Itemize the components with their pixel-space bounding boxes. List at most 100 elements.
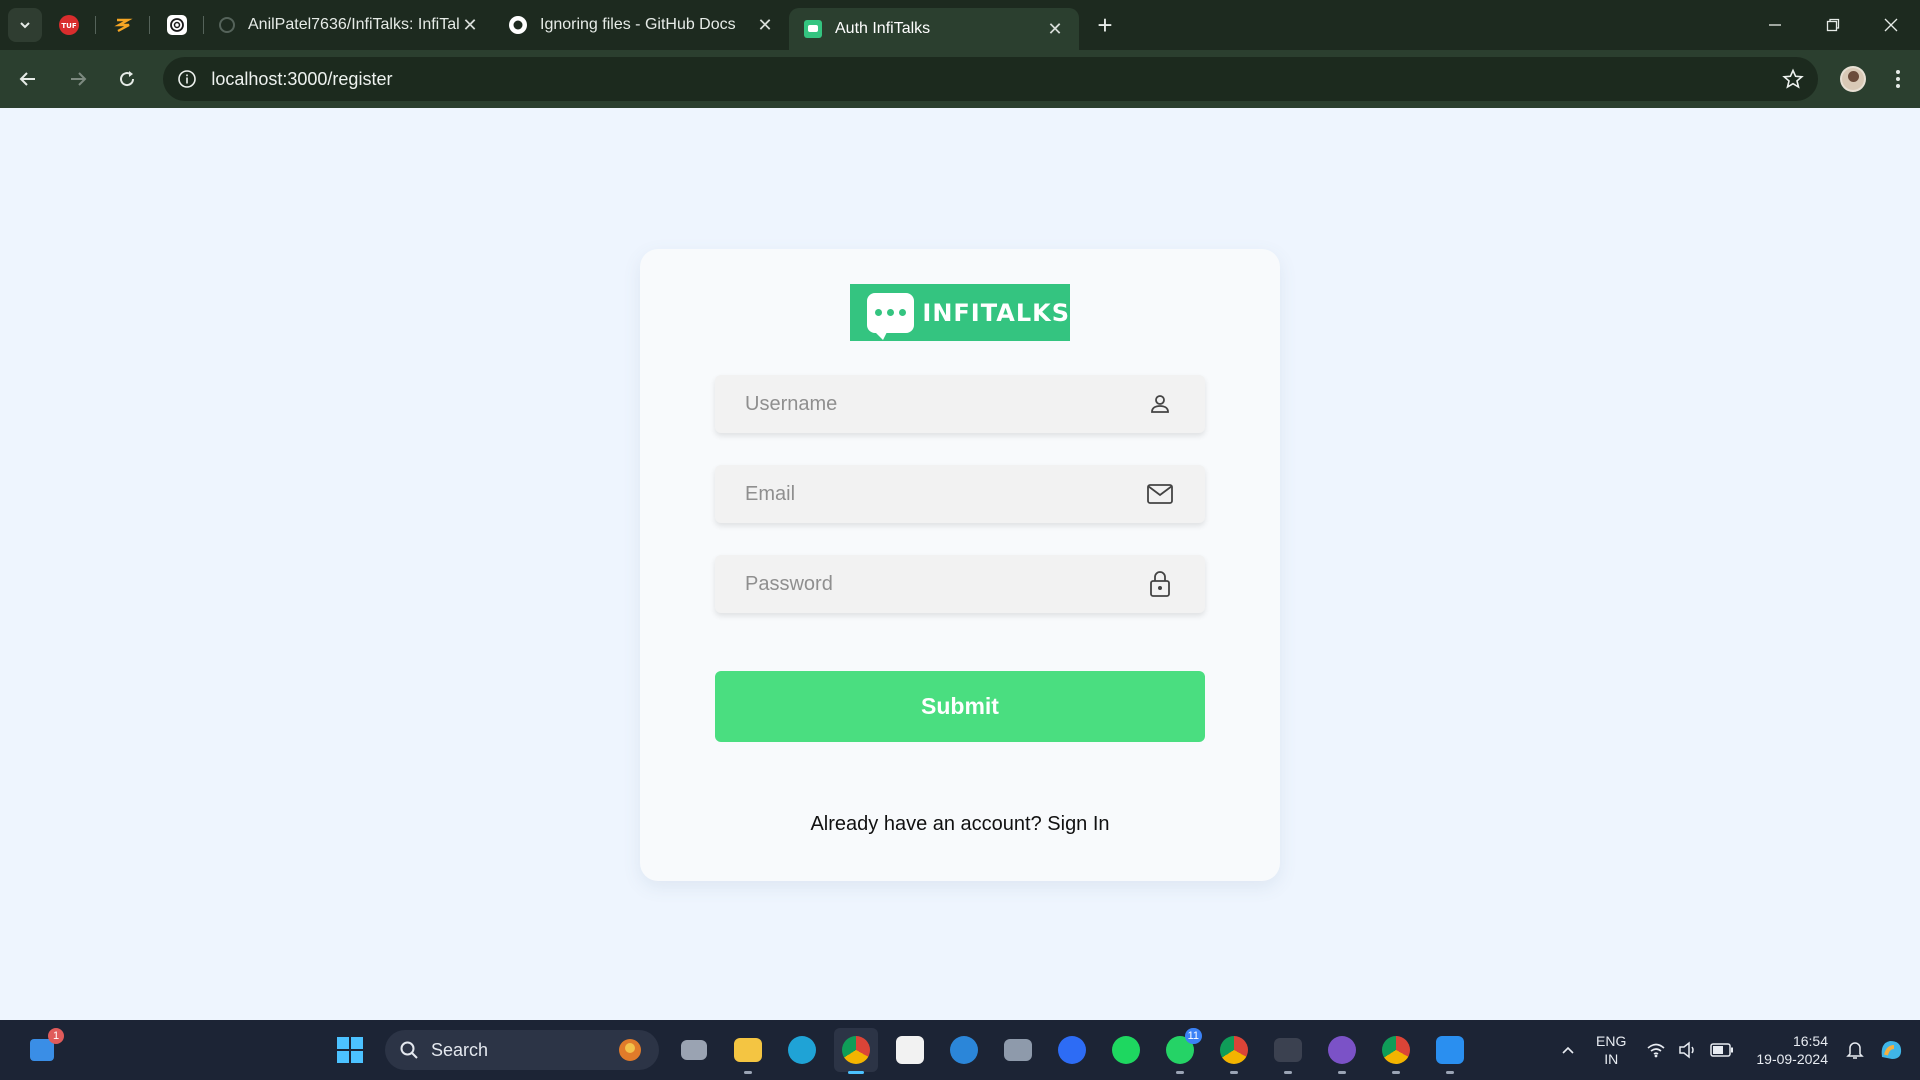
browser-toolbar: localhost:3000/register	[0, 50, 1920, 108]
windows-logo-icon	[337, 1037, 363, 1063]
pinned-tab-zuddl[interactable]	[96, 0, 150, 50]
region-code: IN	[1604, 1051, 1619, 1067]
whatsapp-badge: 11	[1184, 1028, 1202, 1044]
profile-avatar[interactable]	[1840, 66, 1867, 92]
system-tray: ENG IN 16:54 19-09-2024	[1554, 1020, 1920, 1080]
loading-spinner-icon	[219, 17, 235, 33]
password-field[interactable]	[715, 555, 1205, 613]
address-url[interactable]: localhost:3000/register	[211, 69, 1782, 90]
volume-icon[interactable]	[1678, 1041, 1698, 1059]
close-window-button[interactable]	[1862, 0, 1920, 50]
chrome-profile-r-button[interactable]	[1374, 1028, 1418, 1074]
submit-button[interactable]: Submit	[715, 671, 1205, 742]
spotify-icon	[1112, 1036, 1140, 1064]
wifi-icon[interactable]	[1646, 1042, 1666, 1058]
help-icon	[950, 1036, 978, 1064]
user-icon	[1145, 389, 1175, 419]
username-field[interactable]	[715, 375, 1205, 433]
tab-close-button[interactable]: ✕	[460, 15, 480, 36]
back-button[interactable]	[6, 57, 50, 101]
notification-bell-icon[interactable]	[1846, 1040, 1864, 1060]
lightning-logo-icon	[114, 18, 133, 33]
chevron-down-icon	[20, 22, 30, 29]
folder-icon	[734, 1038, 762, 1062]
browser-menu-button[interactable]	[1876, 57, 1920, 101]
password-input[interactable]	[745, 572, 1145, 596]
tab-title: AnilPatel7636/InfiTalks: InfiTalk	[248, 16, 460, 33]
github-desktop-button[interactable]	[1320, 1028, 1364, 1074]
vscode-icon	[1436, 1036, 1464, 1064]
tuf-icon: TUF	[59, 15, 79, 35]
tab-search-button[interactable]	[8, 8, 42, 42]
widgets-button[interactable]: 1	[20, 1028, 64, 1072]
terminal-button[interactable]	[1266, 1028, 1310, 1074]
vscode-button[interactable]	[1428, 1028, 1472, 1074]
search-highlight-icon	[619, 1039, 641, 1061]
svg-text:TUF: TUF	[61, 22, 76, 30]
window-controls	[1746, 0, 1920, 50]
tab-title: Auth InfiTalks	[835, 20, 931, 37]
edge-button[interactable]	[780, 1028, 824, 1072]
chrome-icon	[1382, 1036, 1410, 1064]
kebab-menu-icon	[1896, 70, 1901, 88]
forward-button[interactable]	[56, 57, 100, 101]
camera-button[interactable]	[996, 1028, 1040, 1072]
store-button[interactable]	[888, 1028, 932, 1072]
email-input[interactable]	[745, 482, 1145, 506]
camera-icon	[1004, 1039, 1032, 1061]
tab-close-button[interactable]: ✕	[1045, 19, 1065, 40]
tab-auth-infitalks[interactable]: Auth InfiTalks ✕	[789, 8, 1079, 50]
battery-icon[interactable]	[1710, 1043, 1734, 1057]
search-label: Search	[431, 1039, 489, 1060]
new-tab-button[interactable]: +	[1085, 5, 1125, 45]
reload-icon	[120, 71, 135, 87]
arrow-left-icon	[19, 72, 35, 86]
arrow-right-icon	[70, 72, 87, 86]
zoom-button[interactable]	[1050, 1028, 1094, 1072]
site-info-icon[interactable]	[177, 69, 197, 89]
page-content: INFITALKS Submit Already have an account…	[0, 108, 1920, 1020]
address-bar[interactable]: localhost:3000/register	[163, 57, 1819, 101]
chrome-profile-a-button[interactable]	[1212, 1028, 1256, 1074]
pinned-tab-chatgpt[interactable]	[150, 0, 204, 50]
register-card: INFITALKS Submit Already have an account…	[640, 249, 1280, 881]
star-bookmark-icon[interactable]	[1782, 68, 1805, 90]
taskbar-search[interactable]: Search	[385, 1030, 659, 1070]
minimize-button[interactable]	[1746, 0, 1804, 50]
restore-button[interactable]	[1804, 0, 1862, 50]
show-hidden-icons-button[interactable]	[1560, 1042, 1576, 1058]
github-icon	[1328, 1036, 1356, 1064]
search-icon	[400, 1041, 418, 1059]
username-input[interactable]	[745, 392, 1145, 416]
infitalks-favicon-icon	[804, 20, 822, 38]
help-button[interactable]	[942, 1028, 986, 1072]
chatgpt-icon	[167, 15, 187, 35]
edge-icon	[788, 1036, 816, 1064]
tab-github-docs[interactable]: Ignoring files - GitHub Docs ✕	[494, 0, 789, 50]
restore-icon	[1826, 18, 1840, 32]
language-code: ENG	[1596, 1033, 1627, 1049]
email-field[interactable]	[715, 465, 1205, 523]
minimize-icon	[1769, 24, 1781, 26]
pinned-tab-tuf[interactable]: TUF	[42, 0, 96, 50]
lock-icon	[1145, 569, 1175, 599]
tab-close-button[interactable]: ✕	[755, 15, 775, 36]
start-button[interactable]	[328, 1028, 372, 1072]
task-view-button[interactable]	[672, 1028, 716, 1072]
language-indicator[interactable]: ENG IN	[1596, 1032, 1626, 1068]
copilot-icon[interactable]	[1876, 1035, 1906, 1065]
signin-prompt[interactable]: Already have an account? Sign In	[640, 813, 1280, 836]
mail-icon	[1145, 479, 1175, 509]
chrome-button[interactable]	[834, 1028, 878, 1074]
tab-github-repo[interactable]: AnilPatel7636/InfiTalks: InfiTalk ✕	[204, 0, 494, 50]
reload-button[interactable]	[106, 57, 150, 101]
whatsapp-button[interactable]: 11	[1158, 1028, 1202, 1074]
close-icon	[1884, 18, 1898, 32]
zoom-icon	[1058, 1036, 1086, 1064]
spotify-button[interactable]	[1104, 1028, 1148, 1072]
windows-taskbar: 1 Search 11 ENG IN 16:54 19-09-2024	[0, 1020, 1920, 1080]
clock[interactable]: 16:54 19-09-2024	[1756, 1032, 1828, 1068]
tab-title: Ignoring files - GitHub Docs	[540, 16, 736, 33]
browser-tab-strip: TUF AnilPatel7636/InfiTalks: InfiTalk ✕ …	[0, 0, 1920, 50]
file-explorer-button[interactable]	[726, 1028, 770, 1074]
